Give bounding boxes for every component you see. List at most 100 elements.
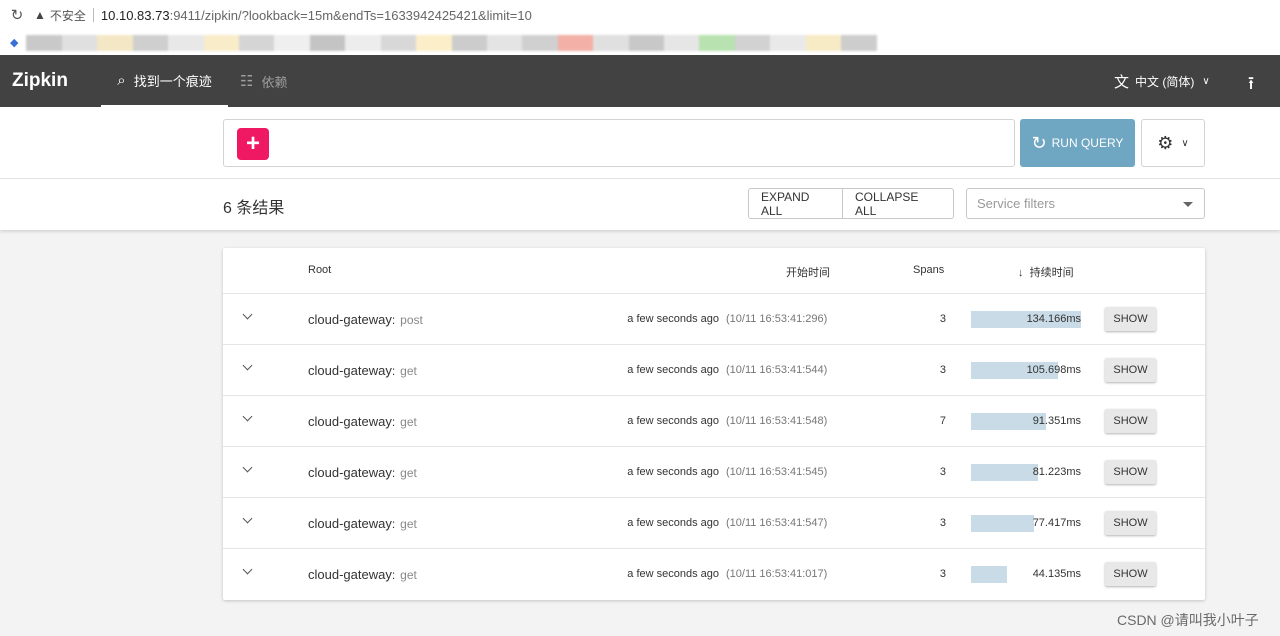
service-name: cloud-gateway bbox=[308, 312, 392, 327]
start-timestamp: (10/11 16:53:41:296) bbox=[726, 313, 828, 325]
app-logo[interactable]: Zipkin bbox=[12, 70, 68, 92]
operation-name: get bbox=[400, 364, 417, 378]
service-name: cloud-gateway bbox=[308, 414, 392, 429]
operation-name: get bbox=[400, 415, 417, 429]
span-count: 3 bbox=[939, 466, 946, 478]
show-trace-button[interactable]: SHOW bbox=[1105, 358, 1156, 382]
duration-bar: 91.351ms bbox=[971, 413, 1081, 430]
duration-bar: 81.223ms bbox=[971, 464, 1081, 481]
duration-value: 134.166ms bbox=[1026, 313, 1081, 325]
show-trace-button[interactable]: SHOW bbox=[1105, 511, 1156, 535]
span-count: 3 bbox=[939, 364, 946, 376]
span-count: 3 bbox=[939, 313, 946, 325]
service-colon: : bbox=[391, 313, 396, 327]
tab-label: 依赖 bbox=[261, 74, 288, 90]
table-row[interactable]: cloud-gateway: post a few seconds ago (10/1… bbox=[223, 293, 1205, 344]
show-trace-button[interactable]: SHOW bbox=[1105, 409, 1156, 433]
expand-chevron-icon[interactable] bbox=[242, 464, 254, 476]
search-icon: ⌕ bbox=[117, 71, 126, 89]
relative-time: a few seconds ago bbox=[627, 517, 719, 529]
blurred-bookmarks bbox=[26, 34, 877, 51]
upload-icon[interactable]: ⭱ bbox=[1240, 71, 1262, 93]
duration-value: 77.417ms bbox=[1032, 517, 1081, 529]
expand-chevron-icon[interactable] bbox=[242, 413, 254, 425]
collapse-all-button[interactable]: COLLAPSE ALL bbox=[843, 189, 953, 218]
bookmark-icon[interactable]: ◆ bbox=[10, 36, 18, 49]
add-criteria-button[interactable]: + bbox=[237, 128, 269, 160]
url-host[interactable]: 10.10.83.73 bbox=[101, 8, 170, 23]
start-timestamp: (10/11 16:53:41:548) bbox=[726, 415, 828, 427]
bookmarks-bar: ◆ bbox=[0, 30, 1280, 55]
duration-bar: 105.698ms bbox=[971, 362, 1081, 379]
tab-label: 找到一个痕迹 bbox=[133, 73, 212, 89]
query-criteria-input[interactable]: + bbox=[223, 119, 1015, 167]
service-name: cloud-gateway bbox=[308, 516, 392, 531]
root-service: cloud-gateway: get bbox=[308, 567, 417, 582]
relative-time: a few seconds ago bbox=[627, 466, 719, 478]
relative-time: a few seconds ago bbox=[627, 364, 719, 376]
column-header-root[interactable]: Root bbox=[308, 264, 331, 276]
run-query-button[interactable]: ↻ RUN QUERY bbox=[1020, 119, 1135, 167]
show-trace-button[interactable]: SHOW bbox=[1105, 460, 1156, 484]
column-header-spans[interactable]: Spans bbox=[913, 264, 944, 276]
show-trace-button[interactable]: SHOW bbox=[1105, 307, 1156, 331]
service-filter-select[interactable] bbox=[966, 188, 1205, 219]
expand-chevron-icon[interactable] bbox=[242, 362, 254, 374]
table-row[interactable]: cloud-gateway: get a few seconds ago (10/11… bbox=[223, 548, 1205, 599]
dropdown-caret-icon bbox=[1183, 202, 1193, 207]
service-name: cloud-gateway bbox=[308, 465, 392, 480]
show-trace-button[interactable]: SHOW bbox=[1105, 562, 1156, 586]
relative-time: a few seconds ago bbox=[627, 568, 719, 580]
operation-name: get bbox=[400, 466, 417, 480]
start-timestamp: (10/11 16:53:41:017) bbox=[726, 568, 828, 580]
app-header: Zipkin ⌕ 找到一个痕迹 ☷ 依赖 文 中文 (简体) ∨ ⭱ bbox=[0, 55, 1280, 107]
service-colon: : bbox=[391, 364, 396, 378]
span-count: 3 bbox=[939, 517, 946, 529]
language-label: 中文 (简体) bbox=[1135, 74, 1195, 89]
expand-chevron-icon[interactable] bbox=[242, 515, 254, 527]
result-count: 6 条结果 bbox=[223, 200, 285, 217]
expand-all-button[interactable]: EXPAND ALL bbox=[749, 189, 843, 218]
service-name: cloud-gateway bbox=[308, 567, 392, 582]
warning-icon: ▲ bbox=[34, 8, 46, 22]
settings-button[interactable]: ⚙ ∨ bbox=[1141, 119, 1205, 167]
operation-name: get bbox=[400, 568, 417, 582]
root-service: cloud-gateway: get bbox=[308, 516, 417, 531]
duration-bar-fill bbox=[971, 464, 1038, 481]
table-row[interactable]: cloud-gateway: get a few seconds ago (10/11… bbox=[223, 497, 1205, 548]
divider bbox=[92, 8, 94, 22]
tab-find-trace[interactable]: ⌕ 找到一个痕迹 bbox=[101, 55, 228, 107]
table-row[interactable]: cloud-gateway: get a few seconds ago (10/11… bbox=[223, 446, 1205, 497]
duration-bar-fill bbox=[971, 566, 1008, 583]
language-selector[interactable]: 文 中文 (简体) ∨ bbox=[1114, 55, 1210, 107]
translate-icon: 文 bbox=[1114, 73, 1130, 91]
duration-header-label: 持续时间 bbox=[1029, 267, 1074, 279]
chevron-down-icon: ∨ bbox=[1181, 137, 1189, 149]
relative-time: a few seconds ago bbox=[627, 313, 719, 325]
service-filter-input[interactable] bbox=[967, 189, 1167, 218]
service-name: cloud-gateway bbox=[308, 363, 392, 378]
gear-icon: ⚙ bbox=[1157, 132, 1174, 153]
duration-bar-fill bbox=[971, 515, 1035, 532]
expand-chevron-icon[interactable] bbox=[242, 311, 254, 323]
root-service: cloud-gateway: get bbox=[308, 414, 417, 429]
duration-bar: 77.417ms bbox=[971, 515, 1081, 532]
start-timestamp: (10/11 16:53:41:547) bbox=[726, 517, 828, 529]
url-path[interactable]: :9411/zipkin/?lookback=15m&endTs=1633942… bbox=[170, 8, 532, 23]
span-count: 7 bbox=[939, 415, 946, 427]
column-header-start-time[interactable]: 开始时间 bbox=[786, 264, 830, 280]
tab-dependencies[interactable]: ☷ 依赖 bbox=[240, 55, 287, 107]
table-row[interactable]: cloud-gateway: get a few seconds ago (10/11… bbox=[223, 395, 1205, 446]
span-count: 3 bbox=[939, 568, 946, 580]
insecure-label: 不安全 bbox=[49, 8, 86, 23]
reload-icon[interactable]: ↻ bbox=[0, 6, 34, 24]
duration-value: 44.135ms bbox=[1032, 568, 1081, 580]
service-colon: : bbox=[391, 517, 396, 531]
expand-chevron-icon[interactable] bbox=[242, 566, 254, 578]
start-timestamp: (10/11 16:53:41:544) bbox=[726, 364, 828, 376]
relative-time: a few seconds ago bbox=[627, 415, 719, 427]
table-row[interactable]: cloud-gateway: get a few seconds ago (10/11… bbox=[223, 344, 1205, 395]
duration-bar: 44.135ms bbox=[971, 566, 1081, 583]
column-header-duration[interactable]: ↓ 持续时间 bbox=[1018, 264, 1074, 280]
chevron-down-icon: ∨ bbox=[1202, 75, 1210, 87]
